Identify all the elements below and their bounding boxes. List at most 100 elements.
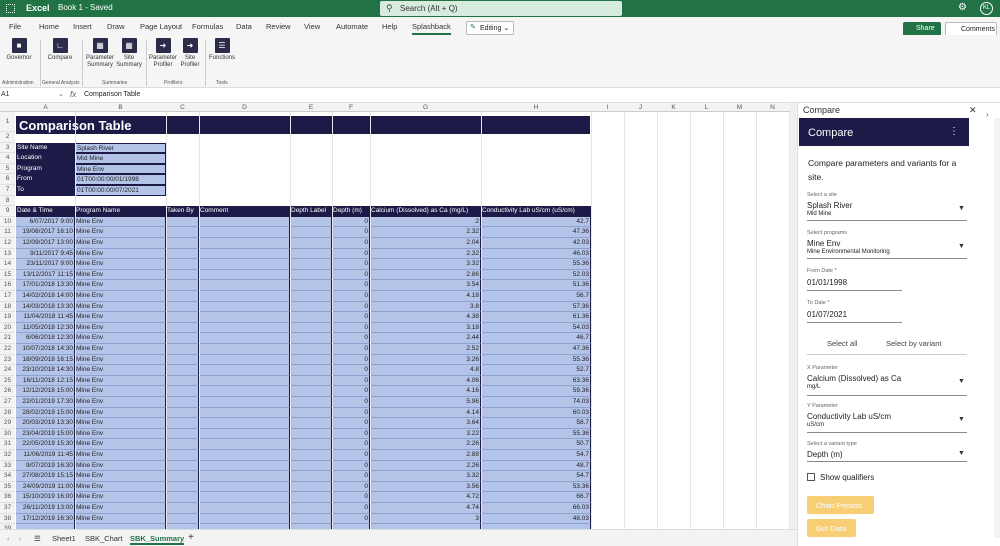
row-header[interactable]: 2 [0, 132, 15, 143]
conductivity-cell[interactable]: 42.03 [481, 238, 591, 249]
taken-by-cell[interactable] [166, 418, 199, 429]
comment-cell[interactable] [199, 513, 290, 525]
conductivity-cell[interactable]: 55.36 [481, 428, 591, 440]
row-header[interactable]: 7 [0, 185, 15, 196]
calcium-cell[interactable]: 4.38 [370, 312, 481, 323]
comment-cell[interactable] [199, 439, 290, 450]
tab-page-layout[interactable]: Page Layout [140, 22, 182, 31]
date-cell[interactable]: 9/11/2017 9:45 [16, 248, 75, 260]
program-cell[interactable]: Mine Env [75, 301, 166, 313]
depth-label-cell[interactable] [290, 259, 332, 270]
taken-by-cell[interactable] [166, 269, 199, 281]
depth-cell[interactable]: 0 [332, 460, 370, 472]
tab-view[interactable]: View [304, 22, 320, 31]
table-header-cell[interactable]: Depth Label [290, 206, 332, 217]
calcium-cell[interactable]: 3 [370, 513, 481, 525]
depth-cell[interactable]: 0 [332, 492, 370, 503]
depth-label-cell[interactable] [290, 354, 332, 366]
depth-label-cell[interactable] [290, 301, 332, 313]
date-cell[interactable]: 6/07/2017 9:00 [16, 216, 75, 228]
tab-draw[interactable]: Draw [107, 22, 125, 31]
program-cell[interactable]: Mine Env [75, 439, 166, 450]
close-icon[interactable]: ✕ [969, 105, 977, 116]
taken-by-cell[interactable] [166, 301, 199, 313]
conductivity-cell[interactable]: 55.36 [481, 354, 591, 366]
row-header[interactable]: 34 [0, 471, 15, 482]
sheet-tab-sbk-chart[interactable]: SBK_Chart [85, 534, 123, 543]
calcium-cell[interactable]: 3.32 [370, 471, 481, 482]
depth-label-cell[interactable] [290, 216, 332, 228]
calcium-cell[interactable]: 4.14 [370, 407, 481, 419]
fx-icon[interactable]: fx [70, 90, 76, 99]
date-cell[interactable]: 14/03/2018 13:30 [16, 301, 75, 313]
conductivity-cell[interactable]: 48.03 [481, 513, 591, 525]
calcium-cell[interactable]: 3.64 [370, 418, 481, 429]
depth-cell[interactable]: 0 [332, 418, 370, 429]
comment-cell[interactable] [199, 322, 290, 334]
date-cell[interactable]: 23/11/2017 9:00 [16, 259, 75, 270]
taken-by-cell[interactable] [166, 259, 199, 270]
comment-cell[interactable] [199, 492, 290, 503]
date-cell[interactable]: 6/06/2018 12:30 [16, 333, 75, 344]
comment-cell[interactable] [199, 291, 290, 302]
depth-label-cell[interactable] [290, 238, 332, 249]
program-cell[interactable]: Mine Env [75, 481, 166, 493]
depth-cell[interactable]: 0 [332, 439, 370, 450]
calcium-cell[interactable]: 2.26 [370, 460, 481, 472]
depth-label-cell[interactable] [290, 375, 332, 387]
chevron-down-icon[interactable]: ▼ [958, 205, 965, 212]
to-date-input[interactable]: 01/07/2021 [807, 310, 847, 319]
row-header[interactable]: 26 [0, 386, 15, 397]
depth-label-cell[interactable] [290, 333, 332, 344]
date-cell[interactable]: 17/12/2019 16:30 [16, 513, 75, 525]
y-parameter-value[interactable]: Conductivity Lab uS/cm [807, 412, 891, 421]
taken-by-cell[interactable] [166, 492, 199, 503]
chevron-down-icon[interactable]: ▼ [958, 450, 965, 457]
depth-label-cell[interactable] [290, 248, 332, 260]
row-header[interactable]: 19 [0, 312, 15, 323]
table-header-cell[interactable]: Date & Time [16, 206, 75, 217]
calcium-cell[interactable]: 2.32 [370, 248, 481, 260]
row-header[interactable]: 4 [0, 153, 15, 164]
comment-cell[interactable] [199, 386, 290, 397]
conductivity-cell[interactable]: 63.36 [481, 375, 591, 387]
comment-cell[interactable] [199, 301, 290, 313]
taken-by-cell[interactable] [166, 238, 199, 249]
program-cell[interactable]: Mine Env [75, 386, 166, 397]
calcium-cell[interactable]: 2.32 [370, 227, 481, 238]
calcium-cell[interactable]: 3.56 [370, 481, 481, 493]
calcium-cell[interactable]: 4.06 [370, 375, 481, 387]
taken-by-cell[interactable] [166, 439, 199, 450]
tab-file[interactable]: File [9, 22, 21, 31]
row-header[interactable]: 1 [0, 112, 15, 132]
comment-cell[interactable] [199, 216, 290, 228]
conductivity-cell[interactable]: 59.36 [481, 386, 591, 397]
depth-label-cell[interactable] [290, 481, 332, 493]
program-cell[interactable]: Mine Env [75, 365, 166, 376]
parameter-profiler-button[interactable]: ➜ Parameter Profiler [149, 38, 177, 69]
calcium-cell[interactable]: 4.8 [370, 365, 481, 376]
depth-cell[interactable]: 0 [332, 269, 370, 281]
site-summary-button[interactable]: ▦ Site Summary [115, 38, 143, 69]
program-cell[interactable]: Mine Env [75, 227, 166, 238]
tab-review[interactable]: Review [266, 22, 291, 31]
program-cell[interactable]: Mine Env [75, 407, 166, 419]
comment-cell[interactable] [199, 503, 290, 514]
calcium-cell[interactable]: 3.22 [370, 428, 481, 440]
depth-cell[interactable]: 0 [332, 259, 370, 270]
row-header[interactable]: 16 [0, 280, 15, 291]
conductivity-cell[interactable]: 56.7 [481, 291, 591, 302]
depth-label-cell[interactable] [290, 428, 332, 440]
info-value-cell[interactable]: 01T00:00:00/07/2021 [75, 185, 166, 196]
taken-by-cell[interactable] [166, 503, 199, 514]
parameter-summary-button[interactable]: ▦ Parameter Summary [86, 38, 114, 69]
tab-data[interactable]: Data [236, 22, 252, 31]
depth-cell[interactable]: 0 [332, 333, 370, 344]
comment-cell[interactable] [199, 227, 290, 238]
date-cell[interactable]: 19/08/2017 16:10 [16, 227, 75, 238]
depth-label-cell[interactable] [290, 492, 332, 503]
table-header-cell[interactable]: Taken By [166, 206, 199, 217]
program-cell[interactable]: Mine Env [75, 418, 166, 429]
program-cell[interactable]: Mine Env [75, 450, 166, 461]
info-label-cell[interactable]: Location [16, 153, 75, 164]
